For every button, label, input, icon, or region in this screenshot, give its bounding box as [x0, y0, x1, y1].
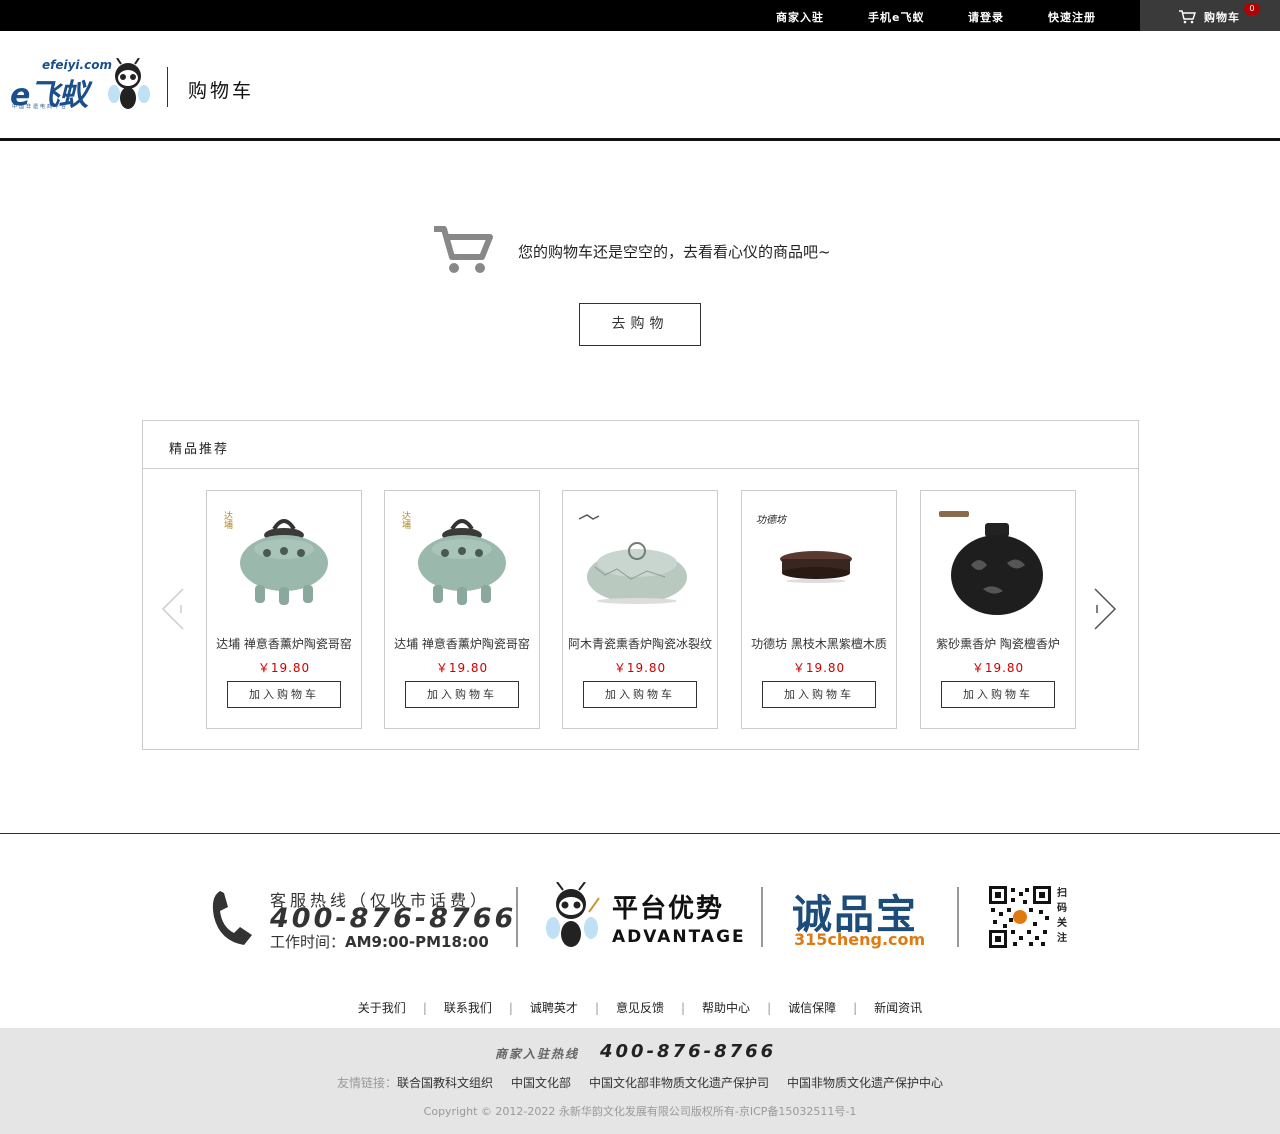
- header-divider: [167, 67, 168, 107]
- product-image: [418, 519, 506, 605]
- product-card[interactable]: 紫砂熏香炉 陶瓷檀香炉 ￥19.80 加入购物车: [920, 490, 1076, 729]
- link-separator: |: [767, 1001, 772, 1015]
- product-price: ￥19.80: [792, 661, 846, 675]
- add-to-cart-button[interactable]: 加入购物车: [941, 681, 1055, 708]
- cart-count-badge: 0: [1244, 3, 1260, 15]
- top-bar: 商家入驻 手机e飞蚁 请登录 快速注册 购物车 0: [0, 0, 1280, 31]
- link-separator: |: [508, 1001, 513, 1015]
- cart-label: 购物车: [1204, 11, 1240, 24]
- qr-code-icon: [989, 886, 1051, 948]
- product-image: [240, 519, 328, 605]
- link-separator: |: [681, 1001, 686, 1015]
- site-header: efeiyi.com e飞蚁 中国非遗电商平台 购物车: [0, 31, 1280, 141]
- chengpinbao-url[interactable]: 315cheng.com: [794, 930, 925, 949]
- site-logo[interactable]: efeiyi.com e飞蚁 中国非遗电商平台: [10, 57, 150, 116]
- product-name[interactable]: 紫砂熏香炉 陶瓷檀香炉: [921, 635, 1075, 652]
- login-link[interactable]: 请登录: [968, 9, 1004, 25]
- link-separator: |: [853, 1001, 858, 1015]
- footer-bottom-bar: 商家入驻热线 400-876-8766 友情链接：联合国教科文组织 中国文化部 中国…: [0, 1028, 1280, 1134]
- product-name[interactable]: 达埔 禅意香薰炉陶瓷哥窑: [385, 635, 539, 652]
- add-to-cart-button[interactable]: 加入购物车: [405, 681, 519, 708]
- product-card[interactable]: 达埔 达埔 禅意香薰炉陶瓷哥窑 ￥19.80 加入购物车: [206, 490, 362, 729]
- footer-links: 关于我们 | 联系我们 | 诚聘英才 | 意见反馈 | 帮助中心 | 诚信保障 | 新闻资讯: [0, 999, 1280, 1016]
- working-hours: 工作时间：AM9:00-PM18:00: [270, 931, 489, 952]
- friend-link-ich-center[interactable]: 中国非物质文化遗产保护中心: [787, 1076, 943, 1090]
- empty-cart-message: 您的购物车还是空空的，去看看心仪的商品吧~: [518, 243, 831, 261]
- product-card[interactable]: 功德坊 功德坊 黑枝木黑紫檀木质 ￥19.80 加入购物车: [741, 490, 897, 729]
- product-price: ￥19.80: [971, 661, 1025, 675]
- product-image: [578, 514, 687, 604]
- ant-mascot-icon: [545, 881, 601, 954]
- product-price: ￥19.80: [613, 661, 667, 675]
- footer-link-feedback[interactable]: 意见反馈: [616, 999, 664, 1016]
- logo-tagline: 中国非遗电商平台: [12, 104, 69, 110]
- add-to-cart-button[interactable]: 加入购物车: [227, 681, 341, 708]
- register-link[interactable]: 快速注册: [1048, 9, 1096, 25]
- page-title: 购物车: [188, 80, 255, 102]
- topbar-cart-button[interactable]: 购物车 0: [1140, 0, 1280, 31]
- footer-link-careers[interactable]: 诚聘英才: [530, 999, 578, 1016]
- footer-separator: [761, 887, 763, 947]
- friend-link-ministry-culture[interactable]: 中国文化部: [511, 1076, 571, 1090]
- friend-link-ich-department[interactable]: 中国文化部非物质文化遗产保护司: [589, 1076, 769, 1090]
- merchant-hotline-number: 400-876-8766: [600, 1041, 777, 1062]
- product-card[interactable]: 达埔 达埔 禅意香薰炉陶瓷哥窑 ￥19.80 加入购物车: [384, 490, 540, 729]
- recommend-panel: 精品推荐 达埔 达埔 禅意香薰炉陶瓷哥窑 ￥19.80 加入购物车 达埔 达埔 …: [142, 420, 1139, 750]
- go-shopping-button[interactable]: 去购物: [579, 303, 701, 346]
- chevron-right-icon[interactable]: [1093, 587, 1117, 635]
- product-card[interactable]: 阿木青瓷熏香炉陶瓷冰裂纹 ￥19.80 加入购物车: [562, 490, 718, 729]
- footer-link-contact[interactable]: 联系我们: [444, 999, 492, 1016]
- product-name[interactable]: 阿木青瓷熏香炉陶瓷冰裂纹: [563, 635, 717, 652]
- hours-label: 工作时间：: [270, 933, 346, 951]
- mobile-app-link[interactable]: 手机e飞蚁: [868, 9, 924, 25]
- footer-link-news[interactable]: 新闻资讯: [874, 999, 922, 1016]
- copyright: Copyright © 2012-2022 永新华韵文化发展有限公司版权所有-京…: [423, 1105, 857, 1118]
- phone-icon: [210, 889, 258, 951]
- add-to-cart-button[interactable]: 加入购物车: [583, 681, 697, 708]
- merchant-join-link[interactable]: 商家入驻: [776, 9, 824, 25]
- recommend-header: 精品推荐: [143, 421, 1138, 469]
- footer-separator: [516, 887, 518, 947]
- add-to-cart-button[interactable]: 加入购物车: [762, 681, 876, 708]
- ant-mascot-icon: [108, 57, 150, 116]
- link-separator: |: [422, 1001, 427, 1015]
- footer-divider: [0, 833, 1280, 834]
- product-price: ￥19.80: [257, 661, 311, 675]
- cart-icon: [1178, 9, 1196, 28]
- footer-separator: [957, 887, 959, 947]
- friend-links-label: 友情链接：: [336, 1076, 397, 1090]
- product-image: [780, 551, 852, 583]
- merchant-hotline-label: 商家入驻热线: [495, 1047, 580, 1061]
- hotline-number: 400-876-8766: [270, 903, 517, 934]
- product-image: [939, 511, 1043, 615]
- footer-link-integrity[interactable]: 诚信保障: [788, 999, 836, 1016]
- product-name[interactable]: 达埔 禅意香薰炉陶瓷哥窑: [207, 635, 361, 652]
- footer-link-help[interactable]: 帮助中心: [702, 999, 750, 1016]
- empty-cart-icon: [432, 225, 494, 279]
- friend-links: 友情链接：联合国教科文组织 中国文化部 中国文化部非物质文化遗产保护司 中国非物质文化…: [0, 1074, 1280, 1091]
- product-price: ￥19.80: [435, 661, 489, 675]
- link-separator: |: [594, 1001, 599, 1015]
- advantage-subtitle: ADVANTAGE: [612, 927, 746, 947]
- product-name[interactable]: 功德坊 黑枝木黑紫檀木质: [742, 635, 896, 652]
- advantage-title: 平台优势: [612, 894, 725, 924]
- footer-link-about[interactable]: 关于我们: [358, 999, 406, 1016]
- chevron-left-icon[interactable]: [161, 587, 185, 635]
- recommend-title: 精品推荐: [169, 442, 230, 457]
- qr-caption: 扫码关注: [1057, 888, 1067, 944]
- hours-value: AM9:00-PM18:00: [345, 933, 489, 951]
- friend-link-unesco[interactable]: 联合国教科文组织: [397, 1076, 493, 1090]
